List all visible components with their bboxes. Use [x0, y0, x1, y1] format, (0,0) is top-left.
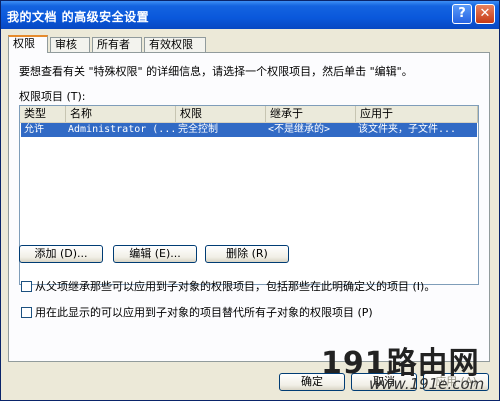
cell-name: Administrator (...	[68, 124, 176, 135]
help-icon[interactable]: ?	[452, 4, 472, 24]
tab-owner[interactable]: 所有者	[92, 37, 142, 52]
inherit-checkbox[interactable]	[21, 281, 32, 292]
replace-checkbox[interactable]	[21, 307, 32, 318]
cell-permission: 完全控制	[178, 124, 218, 135]
column-header-applies-to[interactable]: 应用于	[356, 106, 478, 122]
column-header-inherited-from[interactable]: 继承于	[266, 106, 356, 122]
tab-auditing[interactable]: 审核	[50, 37, 90, 52]
site-watermark: 191路由网 www.191e.com	[321, 338, 500, 402]
intro-text: 要想查看有关 "特殊权限" 的详细信息，请选择一个权限项目，然后单击 "编辑"。	[19, 65, 413, 78]
cell-applies-to: 该文件夹，子文件...	[358, 124, 457, 135]
close-icon[interactable]: ✕	[475, 4, 495, 24]
column-header-permission[interactable]: 权限	[176, 106, 266, 122]
permissions-panel: 要想查看有关 "特殊权限" 的详细信息，请选择一个权限项目，然后单击 "编辑"。…	[8, 52, 490, 362]
table-row[interactable]: 允许 Administrator (... 完全控制 <不是继承的> 该文件夹，…	[21, 123, 477, 137]
list-header: 类型 名称 权限 继承于 应用于	[20, 106, 478, 123]
tab-effective-permissions[interactable]: 有效权限	[144, 37, 206, 52]
column-header-name[interactable]: 名称	[66, 106, 176, 122]
cell-type: 允许	[24, 124, 44, 135]
advanced-security-settings-window: 我的文档 的高级安全设置 ? ✕ 权限 审核 所有者 有效权限 要想查看有关 "…	[0, 0, 500, 401]
add-button[interactable]: 添加 (D)...	[19, 245, 103, 263]
replace-child-permissions-option[interactable]: 用在此显示的可以应用到子对象的项目替代所有子对象的权限项目 (P)	[21, 304, 373, 320]
edit-button[interactable]: 编辑 (E)...	[113, 245, 197, 263]
title-bar[interactable]: 我的文档 的高级安全设置 ? ✕	[1, 1, 499, 29]
inherit-permissions-option[interactable]: 从父项继承那些可以应用到子对象的权限项目，包括那些在此明确定义的项目 (I)。	[21, 278, 435, 294]
remove-button[interactable]: 删除 (R)	[205, 245, 289, 263]
cell-inherited-from: <不是继承的>	[268, 124, 331, 135]
tab-permissions[interactable]: 权限	[8, 35, 48, 53]
column-header-type[interactable]: 类型	[20, 106, 66, 122]
replace-option-label: 用在此显示的可以应用到子对象的项目替代所有子对象的权限项目 (P)	[35, 306, 373, 319]
window-title: 我的文档 的高级安全设置	[7, 10, 150, 24]
permission-entries-label: 权限项目 (T):	[19, 90, 86, 103]
watermark-url: www.191e.com	[369, 375, 485, 393]
inherit-option-label: 从父项继承那些可以应用到子对象的权限项目，包括那些在此明确定义的项目 (I)。	[35, 280, 436, 293]
